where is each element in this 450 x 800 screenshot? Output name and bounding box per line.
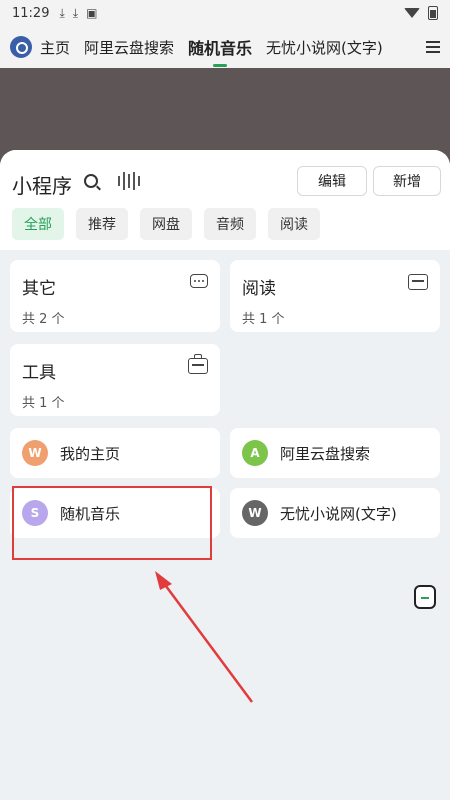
- category-card-other[interactable]: 其它 共 2 个: [10, 260, 220, 332]
- category-count: 共 2 个: [22, 312, 65, 327]
- category-name: 其它: [22, 279, 56, 299]
- more-icon: [190, 274, 208, 288]
- add-button[interactable]: 新增: [373, 166, 441, 196]
- search-icon[interactable]: [84, 174, 98, 188]
- nav-item-novel[interactable]: 无忧小说网(文字): [266, 37, 383, 58]
- download-icon: ⤓: [72, 5, 79, 20]
- app-avatar: W: [22, 440, 48, 466]
- tab-audio[interactable]: 音频: [204, 208, 256, 240]
- app-name: 无忧小说网(文字): [280, 504, 397, 523]
- top-nav: 主页 阿里云盘搜索 随机音乐 无忧小说网(文字): [0, 26, 450, 68]
- tab-recommended[interactable]: 推荐: [76, 208, 128, 240]
- app-card-novel[interactable]: W 无忧小说网(文字): [230, 488, 440, 538]
- app-card-my-home[interactable]: W 我的主页: [10, 428, 220, 478]
- app-avatar: A: [242, 440, 268, 466]
- category-count: 共 1 个: [22, 396, 65, 411]
- battery-icon: [428, 6, 438, 20]
- nav-item-random-music[interactable]: 随机音乐: [188, 35, 252, 59]
- voice-icon[interactable]: [118, 171, 140, 191]
- app-name: 阿里云盘搜索: [280, 444, 371, 463]
- status-time: 11:29: [12, 5, 50, 21]
- browser-logo-icon[interactable]: [10, 36, 32, 58]
- nav-item-aliyun-search[interactable]: 阿里云盘搜索: [84, 37, 174, 58]
- category-card-reading[interactable]: 阅读 共 1 个: [230, 260, 440, 332]
- sheet-title: 小程序: [12, 174, 72, 198]
- status-bar: 11:29 ⤓ ⤓ ▣: [0, 0, 450, 26]
- book-icon: [408, 274, 428, 290]
- app-icon: ▣: [86, 6, 98, 20]
- category-name: 工具: [22, 363, 56, 383]
- floating-note-icon[interactable]: [414, 585, 436, 609]
- mini-program-sheet: 小程序 编辑 新增 全部 推荐 网盘 音频 阅读 其它 共 2 个 阅读 共 1…: [0, 150, 450, 800]
- app-avatar: W: [242, 500, 268, 526]
- tab-reading[interactable]: 阅读: [268, 208, 320, 240]
- app-card-aliyun-search[interactable]: A 阿里云盘搜索: [230, 428, 440, 478]
- category-card-tools[interactable]: 工具 共 1 个: [10, 344, 220, 416]
- toolbox-icon: [188, 354, 208, 374]
- tab-cloud-disk[interactable]: 网盘: [140, 208, 192, 240]
- download-icon: ⤓: [59, 5, 65, 20]
- menu-icon[interactable]: [426, 41, 440, 53]
- category-name: 阅读: [242, 279, 276, 299]
- app-name: 我的主页: [60, 444, 121, 463]
- highlight-box: [12, 486, 212, 560]
- edit-button[interactable]: 编辑: [297, 166, 367, 196]
- category-count: 共 1 个: [242, 312, 285, 327]
- wifi-icon: [404, 8, 420, 18]
- tab-all[interactable]: 全部: [12, 208, 64, 240]
- category-tabs: 全部 推荐 网盘 音频 阅读: [12, 208, 320, 240]
- nav-item-home[interactable]: 主页: [40, 37, 70, 58]
- sheet-header: 小程序 编辑 新增 全部 推荐 网盘 音频 阅读: [0, 150, 450, 250]
